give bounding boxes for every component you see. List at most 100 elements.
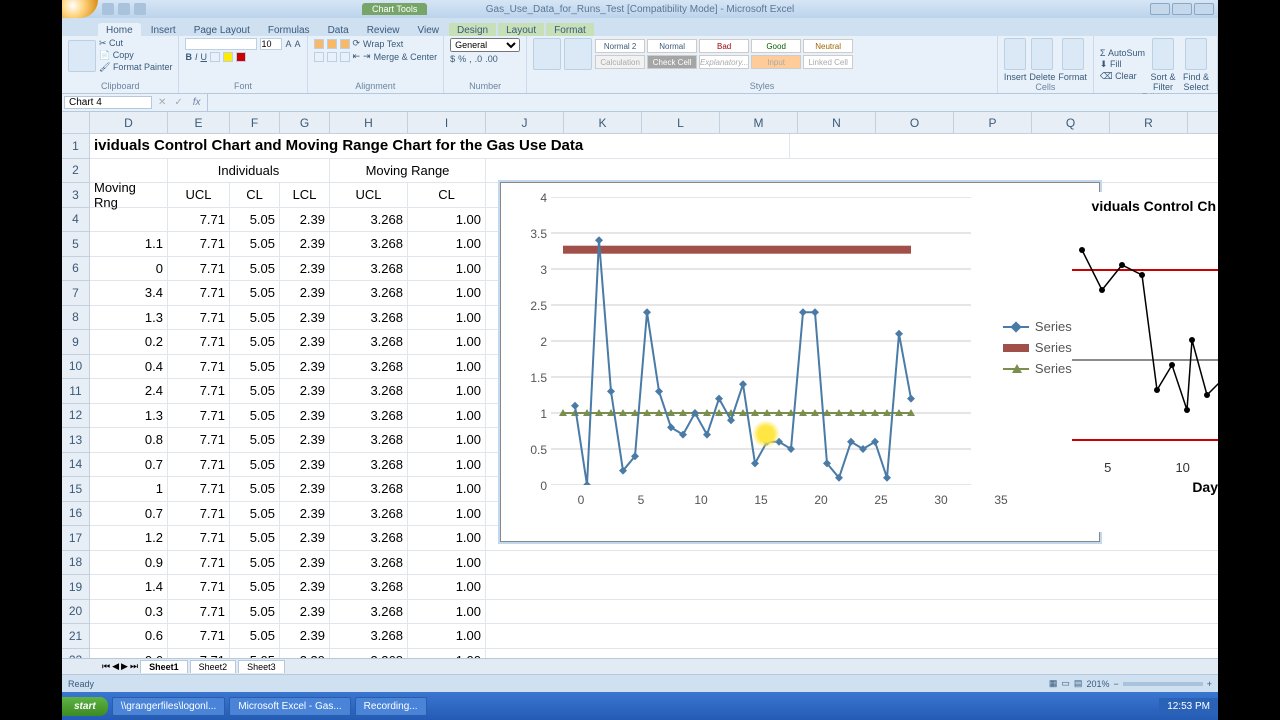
row-header[interactable]: 11 xyxy=(62,379,89,404)
cell[interactable]: 1.00 xyxy=(408,355,486,379)
cell[interactable]: 3.268 xyxy=(330,306,408,330)
select-all-button[interactable] xyxy=(62,112,89,134)
cell[interactable]: 2.39 xyxy=(280,526,330,550)
cell[interactable]: 2.39 xyxy=(280,404,330,428)
cell[interactable]: 1.00 xyxy=(408,306,486,330)
row-header[interactable]: 9 xyxy=(62,330,89,355)
cell[interactable]: CL xyxy=(408,183,486,207)
cell[interactable]: Individuals xyxy=(168,159,330,183)
cancel-icon[interactable]: ✕ xyxy=(154,97,170,108)
format-as-table-button[interactable] xyxy=(564,38,592,70)
percent-icon[interactable]: % xyxy=(458,54,466,64)
cell[interactable]: 5.05 xyxy=(230,502,280,526)
cell-style[interactable]: Check Cell xyxy=(647,55,697,69)
row-header[interactable]: 13 xyxy=(62,428,89,453)
cell[interactable]: 0.4 xyxy=(90,355,168,379)
cell-style[interactable]: Normal xyxy=(647,39,697,53)
cell[interactable]: 7.71 xyxy=(168,649,230,659)
cell[interactable]: 3.268 xyxy=(330,404,408,428)
tab-home[interactable]: Home xyxy=(98,23,141,36)
cell[interactable]: 1 xyxy=(90,477,168,501)
chart-plot-area[interactable] xyxy=(551,197,971,485)
cell[interactable]: 3.268 xyxy=(330,379,408,403)
merge-center-button[interactable]: Merge & Center xyxy=(374,52,438,62)
fx-icon[interactable]: fx xyxy=(187,97,207,108)
cell[interactable]: 2.4 xyxy=(90,379,168,403)
row-header[interactable]: 3 xyxy=(62,183,89,208)
cell[interactable]: 0.7 xyxy=(90,453,168,477)
column-header[interactable]: K xyxy=(564,112,642,133)
cell[interactable]: 7.71 xyxy=(168,257,230,281)
cell[interactable]: 5.05 xyxy=(230,477,280,501)
orientation-icon[interactable]: ⟳ xyxy=(353,38,361,49)
cell[interactable]: 3.268 xyxy=(330,649,408,659)
cell[interactable]: 5.05 xyxy=(230,428,280,452)
currency-icon[interactable]: $ xyxy=(450,54,455,64)
font-family-input[interactable] xyxy=(185,38,257,50)
cell[interactable]: 0.6 xyxy=(90,649,168,659)
tab-insert[interactable]: Insert xyxy=(143,23,184,36)
tab-data[interactable]: Data xyxy=(320,23,357,36)
column-header[interactable]: R xyxy=(1110,112,1188,133)
row-header[interactable]: 1 xyxy=(62,134,89,159)
cell[interactable]: 1.00 xyxy=(408,649,486,659)
cell[interactable]: 7.71 xyxy=(168,306,230,330)
wrap-text-button[interactable]: Wrap Text xyxy=(363,39,403,49)
cell[interactable]: 2.39 xyxy=(280,477,330,501)
column-header[interactable]: O xyxy=(876,112,954,133)
view-layout-icon[interactable]: ▭ xyxy=(1061,678,1070,689)
cell-style[interactable]: Neutral xyxy=(803,39,853,53)
cell[interactable]: 5.05 xyxy=(230,600,280,624)
format-cells-button[interactable] xyxy=(1062,38,1084,70)
cell[interactable]: CL xyxy=(230,183,280,207)
cell[interactable]: 0.8 xyxy=(90,428,168,452)
copy-button[interactable]: 📄 Copy xyxy=(99,50,172,61)
office-button[interactable] xyxy=(62,0,98,18)
last-sheet-icon[interactable]: ⏭ xyxy=(130,661,138,672)
column-header[interactable]: G xyxy=(280,112,330,133)
cell[interactable]: 7.71 xyxy=(168,281,230,305)
cell[interactable]: 1.00 xyxy=(408,551,486,575)
name-box[interactable]: Chart 4 xyxy=(64,96,152,109)
cell[interactable]: 5.05 xyxy=(230,575,280,599)
cell-style[interactable]: Explanatory... xyxy=(699,55,749,69)
comma-icon[interactable]: , xyxy=(469,54,472,64)
cell[interactable]: 5.05 xyxy=(230,306,280,330)
row-header[interactable]: 4 xyxy=(62,208,89,233)
increase-decimal-icon[interactable]: .0 xyxy=(475,54,483,64)
cell[interactable]: 2.39 xyxy=(280,624,330,648)
cell[interactable]: 7.71 xyxy=(168,575,230,599)
cell[interactable]: 3.268 xyxy=(330,355,408,379)
cell[interactable]: 2.39 xyxy=(280,330,330,354)
cell[interactable]: 1.00 xyxy=(408,404,486,428)
underline-button[interactable]: U xyxy=(200,52,207,62)
sheet-tab[interactable]: Sheet3 xyxy=(238,660,285,673)
view-normal-icon[interactable]: ▦ xyxy=(1049,678,1058,689)
row-header[interactable]: 12 xyxy=(62,404,89,429)
conditional-formatting-button[interactable] xyxy=(533,38,561,70)
tab-page-layout[interactable]: Page Layout xyxy=(186,23,258,36)
cell[interactable] xyxy=(90,208,168,232)
row-header[interactable]: 7 xyxy=(62,281,89,306)
taskbar-item[interactable]: Microsoft Excel - Gas... xyxy=(229,697,350,716)
cell[interactable]: 5.05 xyxy=(230,379,280,403)
cell[interactable]: 2.39 xyxy=(280,575,330,599)
row-header[interactable]: 10 xyxy=(62,355,89,380)
cell[interactable]: 0.3 xyxy=(90,600,168,624)
cell[interactable]: 5.05 xyxy=(230,208,280,232)
cell[interactable]: 5.05 xyxy=(230,257,280,281)
cell[interactable]: 3.268 xyxy=(330,257,408,281)
taskbar-item[interactable]: \\grangerfiles\logonl... xyxy=(112,697,226,716)
cell[interactable]: UCL xyxy=(168,183,230,207)
cell[interactable]: 5.05 xyxy=(230,404,280,428)
cell[interactable]: ividuals Control Chart and Moving Range … xyxy=(90,134,790,158)
column-header[interactable]: N xyxy=(798,112,876,133)
bold-button[interactable]: B xyxy=(185,52,192,62)
cell[interactable]: 3.268 xyxy=(330,428,408,452)
row-header[interactable]: 5 xyxy=(62,232,89,257)
tab-view[interactable]: View xyxy=(409,23,447,36)
row-header[interactable]: 18 xyxy=(62,551,89,576)
cell[interactable]: 5.05 xyxy=(230,232,280,256)
next-sheet-icon[interactable]: ▶ xyxy=(121,661,128,672)
cell[interactable]: 3.268 xyxy=(330,600,408,624)
